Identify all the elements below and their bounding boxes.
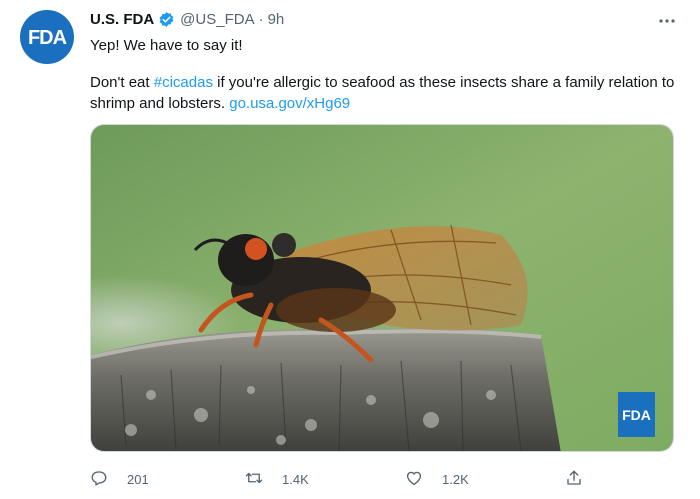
retweet-icon (245, 469, 263, 490)
tweet-header: U.S. FDA @US_FDA · 9h (90, 9, 284, 29)
heart-icon (405, 469, 423, 490)
share-icon (565, 469, 583, 490)
like-button[interactable]: 1.2K (405, 468, 469, 490)
more-options-icon[interactable] (654, 8, 680, 34)
share-button[interactable] (565, 468, 583, 490)
watermark-text: FDA (622, 406, 651, 423)
fda-watermark-logo: FDA (618, 392, 655, 437)
cicada-photo (91, 125, 673, 451)
retweet-button[interactable]: 1.4K (245, 468, 309, 490)
tweet-media-photo[interactable]: FDA (90, 124, 674, 452)
retweet-count: 1.4K (282, 471, 309, 487)
avatar-logo-text: FDA (28, 27, 67, 49)
reply-button[interactable]: 201 (90, 468, 149, 490)
separator-dot: · (258, 10, 264, 28)
hashtag-link[interactable]: #cicadas (154, 74, 213, 91)
timestamp[interactable]: 9h (268, 11, 285, 28)
url-link[interactable]: go.usa.gov/xHg69 (229, 95, 350, 112)
reply-icon (90, 469, 108, 490)
tweet[interactable]: FDA U.S. FDA @US_FDA · 9h Yep! We have t… (0, 0, 700, 499)
tweet-actions: 201 1.4K 1.2K (90, 468, 610, 490)
reply-count: 201 (127, 471, 149, 487)
tweet-text-paragraph: Don't eat #cicadas if you're allergic to… (90, 72, 690, 114)
display-name[interactable]: U.S. FDA (90, 11, 154, 28)
handle[interactable]: @US_FDA (180, 11, 254, 28)
text-segment: Don't eat (90, 74, 154, 91)
verified-badge-icon (158, 11, 175, 28)
avatar[interactable]: FDA (20, 10, 74, 64)
like-count: 1.2K (442, 471, 469, 487)
tweet-text-line1: Yep! We have to say it! (90, 37, 243, 54)
